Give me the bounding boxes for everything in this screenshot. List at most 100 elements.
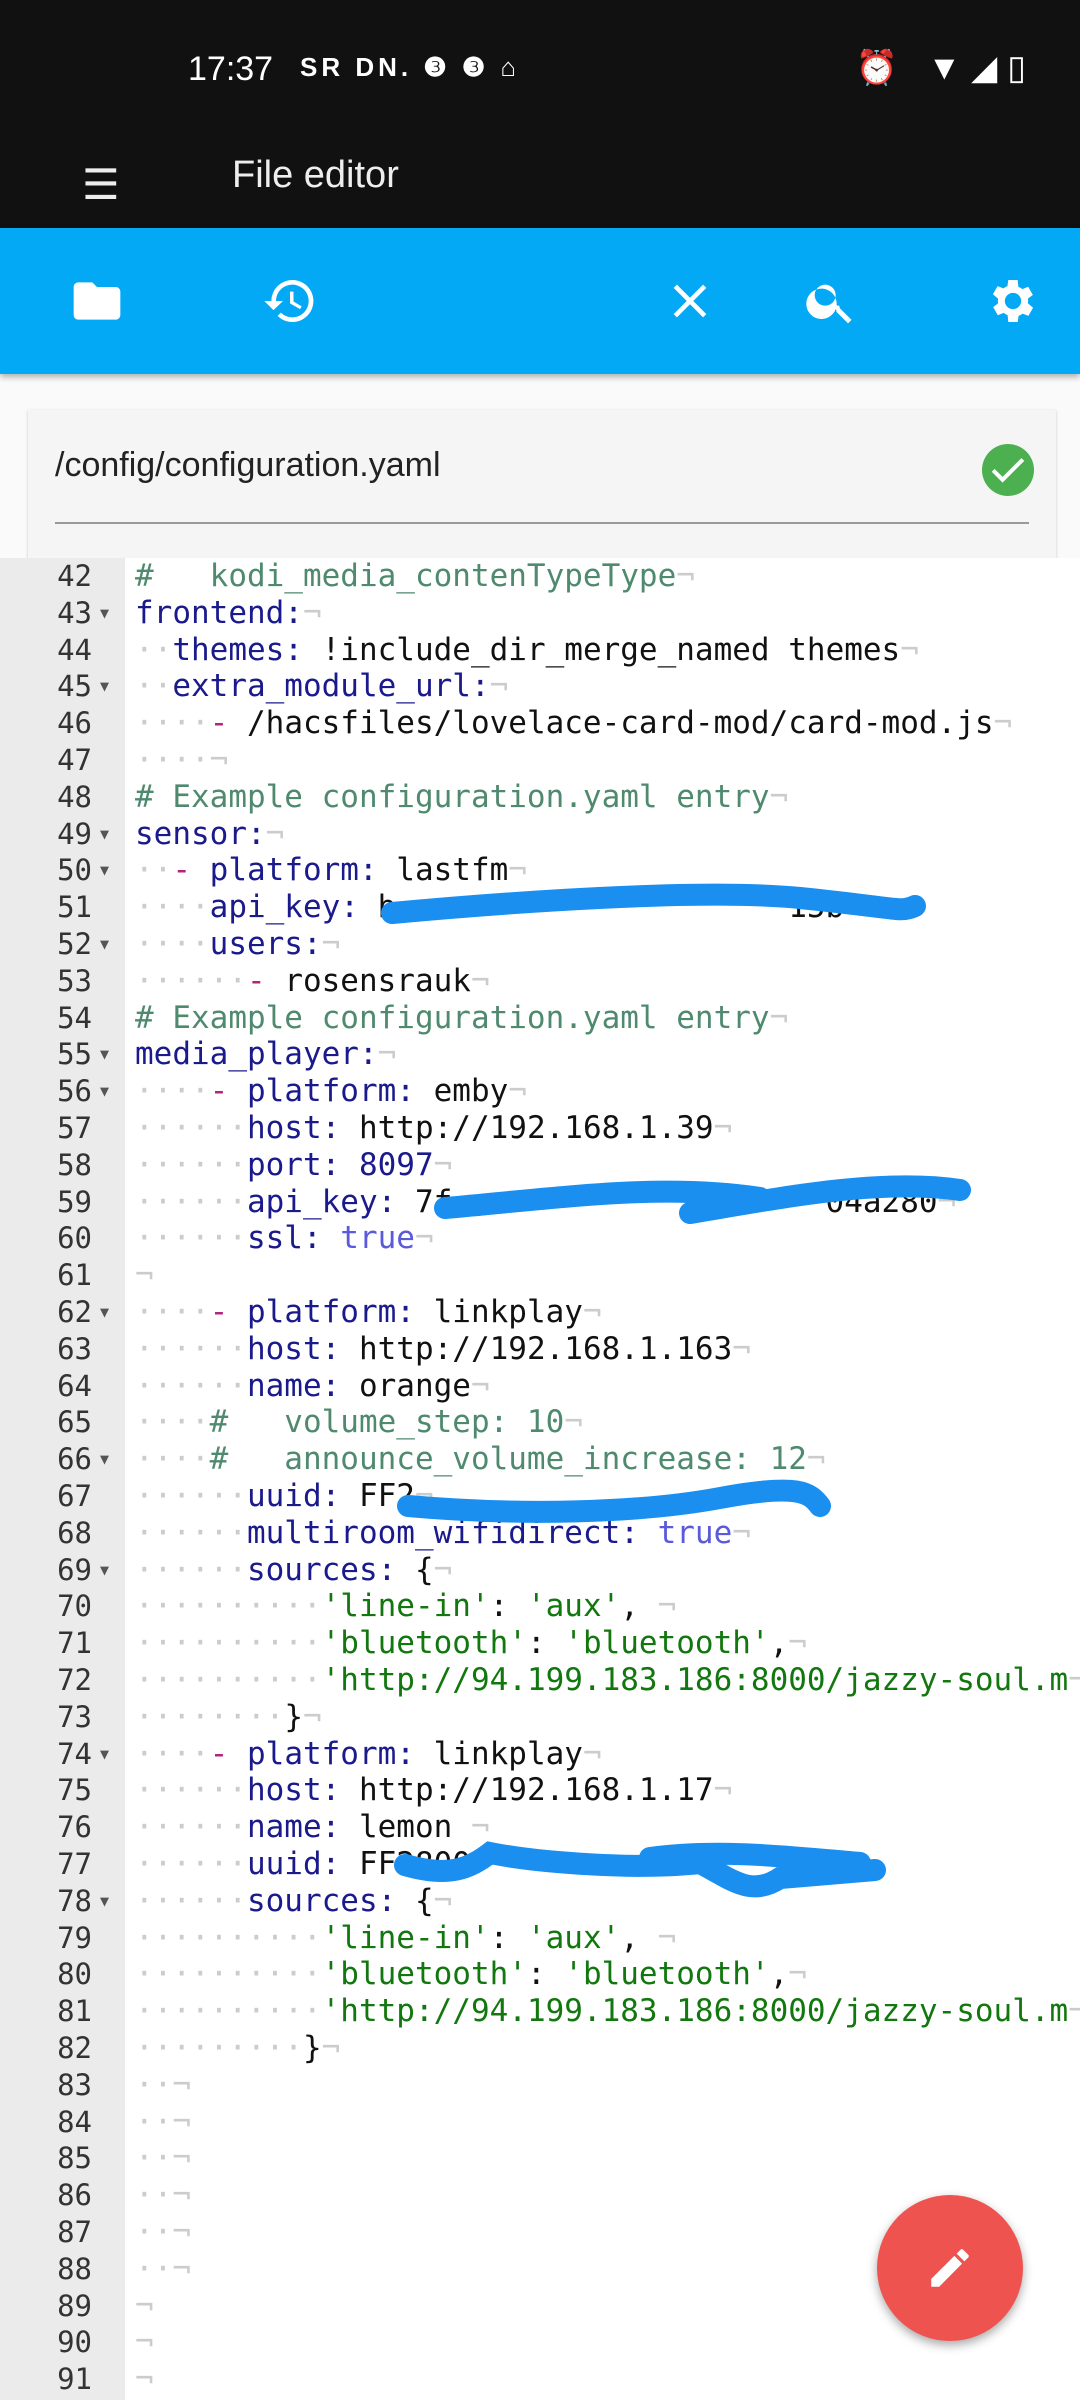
fold-arrow-icon[interactable]: ▼ <box>100 926 109 963</box>
eol-marker: ¬ <box>135 2287 154 2324</box>
code-line[interactable]: 82 ·········}¬ <box>0 2030 1080 2067</box>
search-icon[interactable] <box>803 273 859 329</box>
code-text: ····users:¬ <box>135 926 340 963</box>
code-line[interactable]: 60 ······ssl: true¬ <box>0 1220 1080 1257</box>
code-token: ···· <box>135 926 210 962</box>
code-line[interactable]: 71 ··········'bluetooth': 'bluetooth',¬ <box>0 1625 1080 1662</box>
history-icon[interactable] <box>262 273 318 329</box>
code-text: media_player:¬ <box>135 1036 396 1073</box>
fold-arrow-icon[interactable]: ▼ <box>100 1441 109 1478</box>
line-number: 42 <box>57 559 92 593</box>
eol-marker: ¬ <box>657 1588 677 1625</box>
code-line[interactable]: 48 # Example configuration.yaml entry¬ <box>0 779 1080 816</box>
code-line[interactable]: 72 ··········'http://94.199.183.186:8000/… <box>0 1662 1080 1699</box>
code-line[interactable]: 51 ····api_key: b 15b¬ <box>0 889 1080 926</box>
fold-arrow-icon[interactable]: ▼ <box>100 816 109 853</box>
code-line[interactable]: 75 ······host: http://192.168.1.17¬ <box>0 1772 1080 1809</box>
code-line[interactable]: 54 # Example configuration.yaml entry¬ <box>0 1000 1080 1037</box>
code-line[interactable]: 49 ▼ sensor:¬ <box>0 816 1080 853</box>
code-line[interactable]: 73 ········}¬ <box>0 1699 1080 1736</box>
code-line[interactable]: 45 ▼ ··extra_module_url:¬ <box>0 668 1080 705</box>
settings-icon[interactable] <box>985 273 1041 329</box>
code-line[interactable]: 80 ··········'bluetooth': 'bluetooth',¬ <box>0 1956 1080 1993</box>
line-number: 74 <box>57 1736 92 1771</box>
fold-arrow-icon[interactable]: ▼ <box>100 1073 109 1110</box>
folder-icon[interactable] <box>69 273 125 329</box>
fold-arrow-icon[interactable]: ▼ <box>100 852 109 889</box>
eol-marker: ¬ <box>377 1036 397 1073</box>
code-line[interactable]: 57 ······host: http://192.168.1.39¬ <box>0 1110 1080 1147</box>
fold-arrow-icon[interactable]: ▼ <box>100 1883 109 1920</box>
eol-marker: ¬ <box>582 1294 602 1330</box>
code-line[interactable]: 65 ····# volume_step: 10¬ <box>0 1404 1080 1441</box>
code-line[interactable]: 68 ······multiroom_wifidirect: true¬ <box>0 1515 1080 1552</box>
code-line[interactable]: 46 ····- /hacsfiles/lovelace-card-mod/car… <box>0 705 1080 742</box>
code-text: ··¬ <box>135 2067 191 2104</box>
fold-arrow-icon[interactable]: ▼ <box>100 1736 109 1773</box>
code-line[interactable]: 64 ······name: orange¬ <box>0 1368 1080 1405</box>
line-number: 87 <box>57 2215 92 2249</box>
code-line[interactable]: 55 ▼ media_player:¬ <box>0 1036 1080 1073</box>
code-line[interactable]: 58 ······port: 8097¬ <box>0 1147 1080 1184</box>
code-line[interactable]: 43 ▼ frontend:¬ <box>0 595 1080 632</box>
code-line[interactable]: 76 ······name: lemon ¬ <box>0 1809 1080 1846</box>
eol-marker: ¬ <box>676 558 695 594</box>
code-line[interactable]: 81 ··········'http://94.199.183.186:8000/… <box>0 1993 1080 2030</box>
code-line[interactable]: 52 ▼ ····users:¬ <box>0 926 1080 963</box>
code-token: - <box>209 1073 229 1110</box>
code-line[interactable]: 62 ▼ ····- platform: linkplay¬ <box>0 1294 1080 1331</box>
close-icon[interactable] <box>662 273 718 329</box>
fold-arrow-icon[interactable]: ▼ <box>100 1036 109 1073</box>
code-line[interactable]: 59 ······api_key: 7f 04a280¬ <box>0 1184 1080 1221</box>
code-token: multiroom_wifidirect: <box>246 1514 639 1551</box>
file-path[interactable]: /config/configuration.yaml <box>55 446 441 485</box>
eol-marker: ¬ <box>172 2066 191 2103</box>
code-text: ··¬ <box>135 2214 191 2251</box>
code-line[interactable]: 47 ····¬ <box>0 742 1080 779</box>
code-token: ······ <box>135 1146 247 1183</box>
code-token: 'aux' <box>526 1919 621 1956</box>
code-line[interactable]: 79 ··········'line-in': 'aux', ¬ <box>0 1920 1080 1957</box>
code-line[interactable]: 42 # kodi_media_contenTypeType¬ <box>0 558 1080 595</box>
code-line[interactable]: 91 ¬ <box>0 2361 1080 2398</box>
code-line[interactable]: 53 ······- rosensrauk¬ <box>0 963 1080 1000</box>
code-line[interactable]: 63 ······host: http://192.168.1.163¬ <box>0 1331 1080 1368</box>
code-token: # Example configuration.yaml entry <box>135 778 770 815</box>
code-line[interactable]: 61 ¬ <box>0 1257 1080 1294</box>
code-line[interactable]: 83 ··¬ <box>0 2067 1080 2104</box>
line-number: 83 <box>57 2067 92 2102</box>
code-token: media_player: <box>135 1036 378 1073</box>
code-token: ···· <box>135 1441 210 1478</box>
code-line[interactable]: 56 ▼ ····- platform: emby¬ <box>0 1073 1080 1110</box>
fold-arrow-icon[interactable]: ▼ <box>100 668 109 705</box>
code-line[interactable]: 74 ▼ ····- platform: linkplay¬ <box>0 1736 1080 1773</box>
code-line[interactable]: 67 ······uuid: FF2¬ <box>0 1478 1080 1515</box>
code-token: lemon <box>340 1809 471 1846</box>
code-line[interactable]: 70 ··········'line-in': 'aux', ¬ <box>0 1588 1080 1625</box>
code-token: true <box>321 1220 415 1257</box>
menu-icon[interactable]: ☰ <box>82 160 120 209</box>
code-line[interactable]: 85 ··¬ <box>0 2140 1080 2177</box>
code-token: ···· <box>135 1404 210 1441</box>
code-line[interactable]: 84 ··¬ <box>0 2104 1080 2141</box>
code-token: , <box>769 1625 789 1662</box>
code-token: ······ <box>135 1551 247 1588</box>
code-token: http://192.168.1.17 <box>340 1772 714 1809</box>
code-line[interactable]: 50 ▼ ··- platform: lastfm¬ <box>0 852 1080 889</box>
fold-arrow-icon[interactable]: ▼ <box>100 1294 109 1331</box>
code-line[interactable]: 78 ▼ ······sources: {¬ <box>0 1883 1080 1920</box>
edit-fab-button[interactable] <box>877 2195 1023 2341</box>
code-line[interactable]: 69 ▼ ······sources: {¬ <box>0 1552 1080 1589</box>
eol-marker: ¬ <box>769 778 789 815</box>
code-text: ········}¬ <box>135 1699 322 1736</box>
eol-marker: ¬ <box>1068 1662 1080 1698</box>
code-line[interactable]: 44 ··themes: !include_dir_merge_named the… <box>0 632 1080 669</box>
code-token: ······ <box>135 1882 247 1919</box>
fold-arrow-icon[interactable]: ▼ <box>100 1552 109 1589</box>
code-editor[interactable]: 42 # kodi_media_contenTypeType¬ 43 ▼ fronten… <box>0 558 1080 2400</box>
line-number: 89 <box>57 2288 92 2323</box>
fold-arrow-icon[interactable]: ▼ <box>100 595 109 632</box>
code-line[interactable]: 66 ▼ ····# announce_volume_increase: 12¬ <box>0 1441 1080 1478</box>
code-line[interactable]: 77 ······uuid: FF2800¬ <box>0 1846 1080 1883</box>
code-token: # kodi_media_contenTypeType <box>135 558 677 594</box>
